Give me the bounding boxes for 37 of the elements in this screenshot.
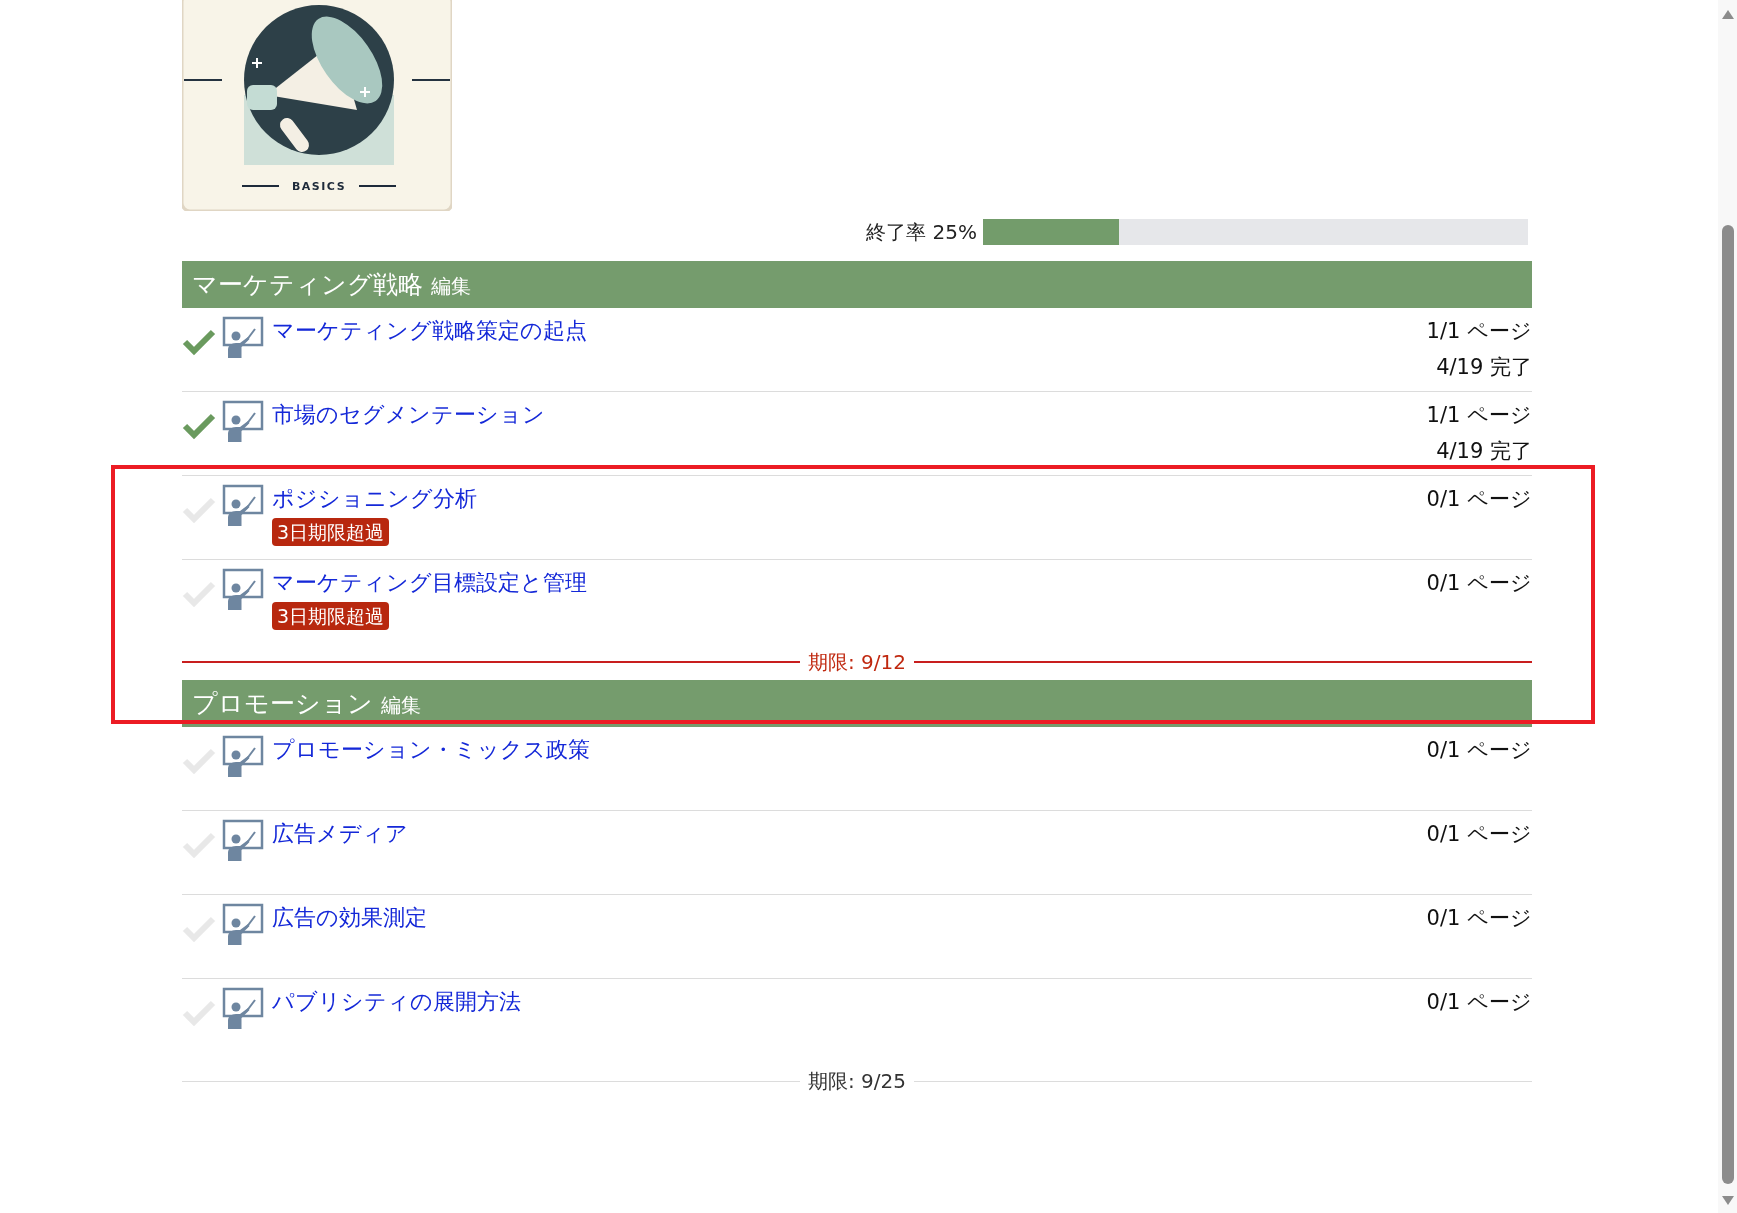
lesson-link[interactable]: 広告メディア [272,819,408,849]
presenter-icon [222,735,264,777]
lesson-link[interactable]: ポジショニング分析 [272,484,477,514]
presenter-icon [222,400,264,442]
page-count: 1/1 ページ [1426,402,1532,429]
overdue-badge: 3日期限超過 [272,518,390,546]
scrollbar-thumb[interactable] [1721,225,1734,1184]
completion-rate-label: 終了率 25% [866,218,977,246]
page-count: 0/1 ページ [1426,486,1532,513]
page-count: 0/1 ページ [1426,737,1532,764]
presenter-icon [222,903,264,945]
scroll-down-icon[interactable] [1721,1196,1734,1205]
lesson-link[interactable]: マーケティング目標設定と管理 [272,568,587,598]
lesson-link[interactable]: 市場のセグメンテーション [272,400,545,430]
page-count: 1/1 ページ [1426,318,1532,345]
lesson-link[interactable]: パブリシティの展開方法 [272,987,521,1017]
page-count: 0/1 ページ [1426,821,1532,848]
presenter-icon [222,484,264,526]
scroll-up-icon[interactable] [1721,10,1734,19]
deadline-label: 期限: 9/12 [808,648,906,676]
course-thumbnail-drawing: BASICS [182,0,452,211]
presenter-icon [222,568,264,610]
page-count: 0/1 ページ [1426,989,1532,1016]
lesson-link[interactable]: マーケティング戦略策定の起点 [272,316,587,346]
completion-date: 4/19 完了 [1436,354,1532,381]
overdue-badge: 3日期限超過 [272,602,390,630]
lesson-link[interactable]: プロモーション・ミックス政策 [272,735,590,765]
presenter-icon [222,316,264,358]
presenter-icon [222,987,264,1029]
page-count: 0/1 ページ [1426,905,1532,932]
section-title: プロモーション [192,688,373,720]
deadline-label: 期限: 9/25 [808,1067,906,1095]
presenter-icon [222,819,264,861]
section-title: マーケティング戦略 [192,269,423,301]
page-count: 0/1 ページ [1426,570,1532,597]
lesson-link[interactable]: 広告の効果測定 [272,903,427,933]
completion-date: 4/19 完了 [1436,438,1532,465]
